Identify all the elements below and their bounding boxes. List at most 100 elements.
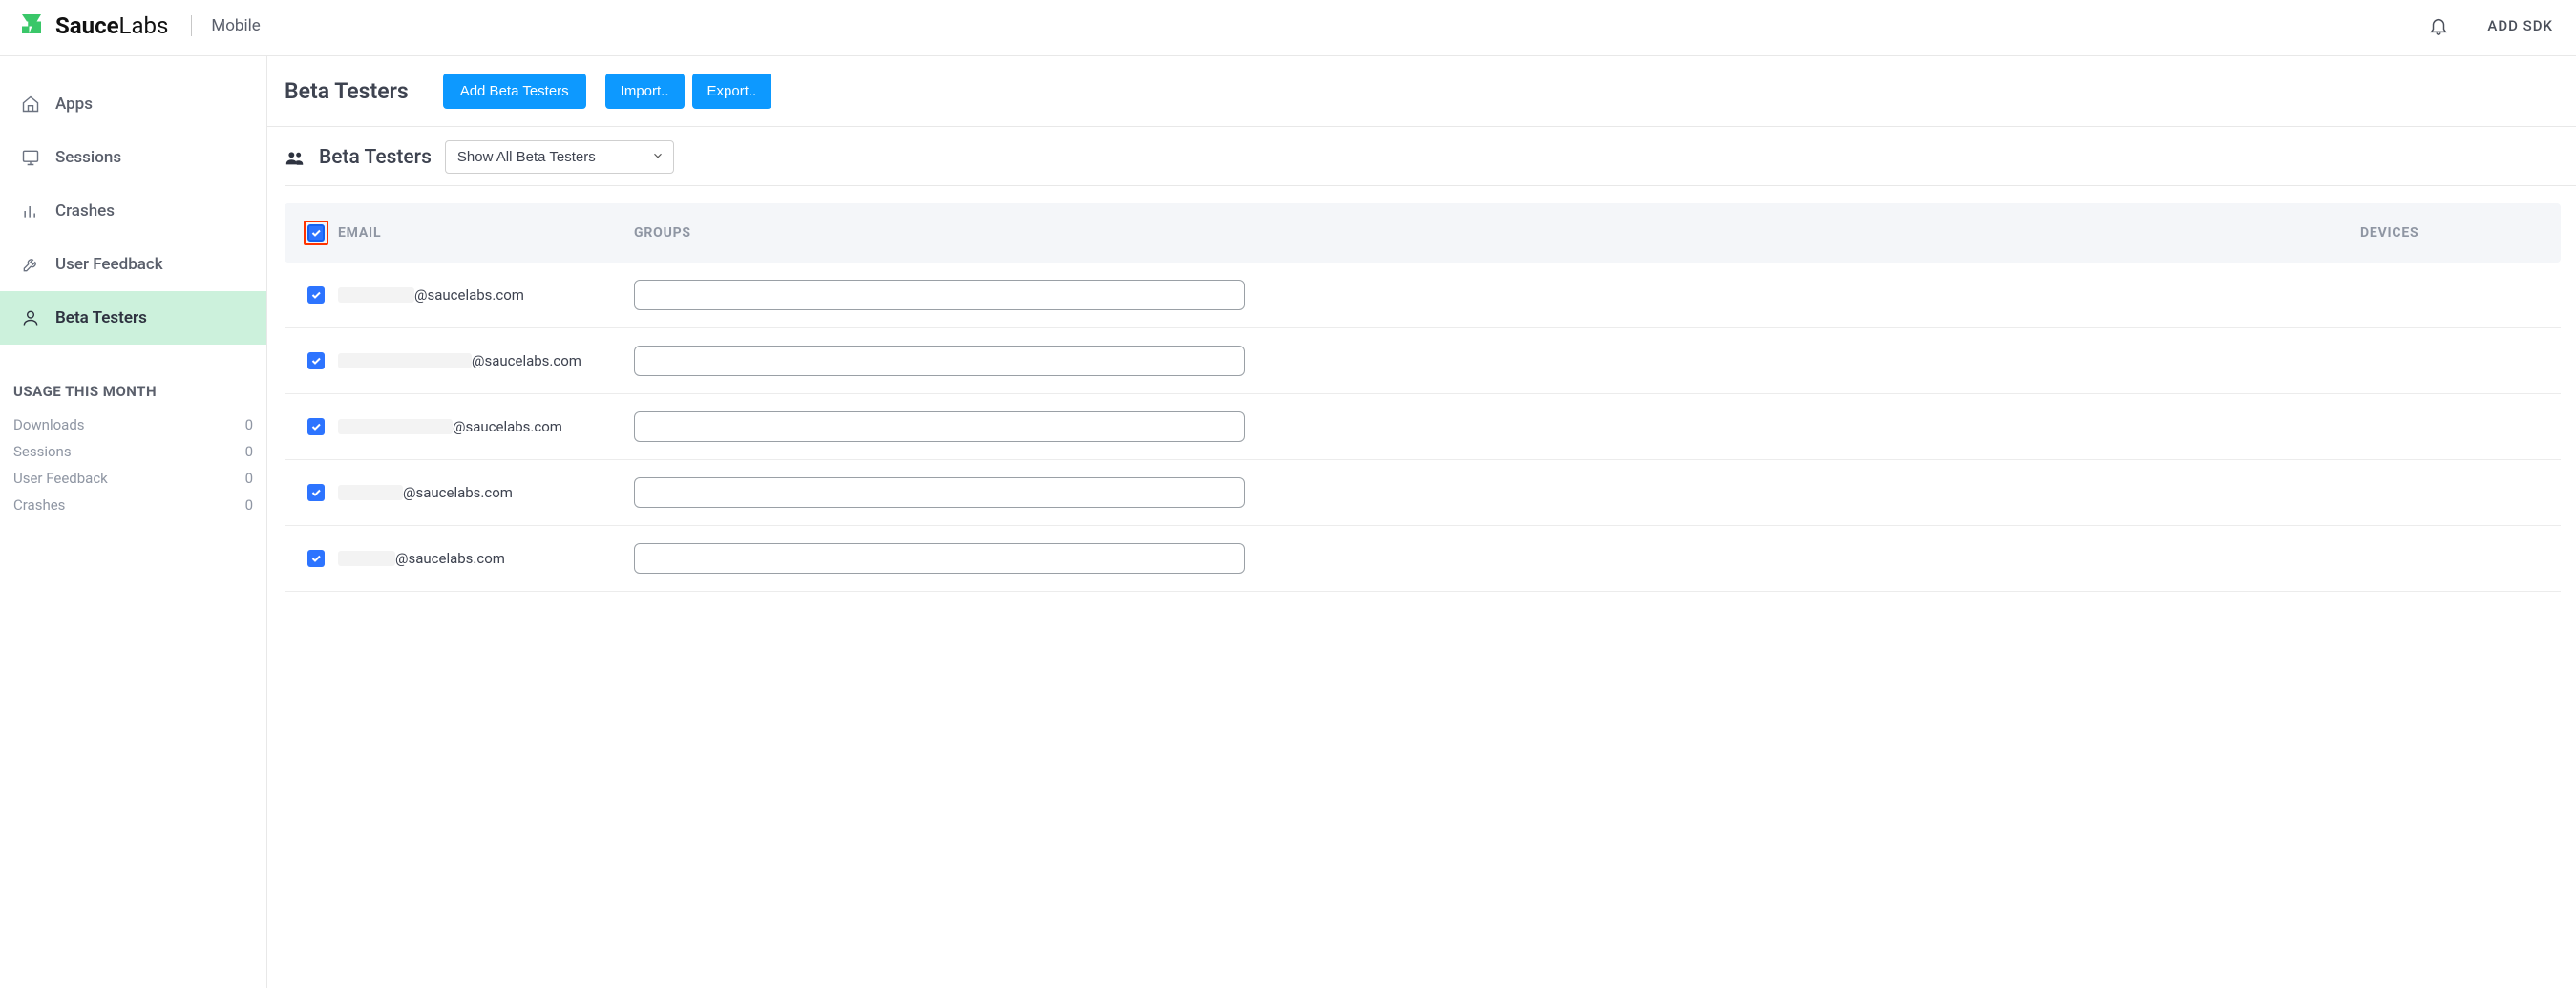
row-groups-cell (624, 477, 2360, 508)
row-check-cell (294, 286, 338, 304)
topbar-right: ADD SDK (2428, 15, 2553, 36)
import-export-group: Import.. Export.. (605, 74, 772, 109)
usage-label: Sessions (13, 443, 72, 460)
row-check-cell (294, 352, 338, 369)
usage-value: 0 (245, 470, 253, 487)
email-prefix-redacted (338, 419, 453, 434)
export-button[interactable]: Export.. (692, 74, 772, 109)
usage-value: 0 (245, 416, 253, 433)
row-groups-cell (624, 280, 2360, 310)
row-email-cell: @saucelabs.com (338, 418, 624, 435)
usage-value: 0 (245, 496, 253, 514)
usage-block: USAGE THIS MONTH Downloads 0 Sessions 0 … (0, 383, 266, 518)
row-checkbox[interactable] (307, 352, 325, 369)
sidebar-item-sessions[interactable]: Sessions (0, 131, 266, 184)
usage-title: USAGE THIS MONTH (13, 383, 253, 400)
email-prefix-redacted (338, 287, 414, 303)
email-prefix-redacted (338, 353, 472, 368)
sidebar: Apps Sessions Crashes User Feedback Beta… (0, 56, 267, 988)
col-devices-header: DEVICES (2360, 225, 2551, 241)
sidebar-item-user-feedback[interactable]: User Feedback (0, 238, 266, 291)
testers-table: EMAIL GROUPS DEVICES @saucelabs.com @sauc… (285, 203, 2576, 592)
groups-input[interactable] (634, 543, 1245, 574)
sidebar-item-crashes[interactable]: Crashes (0, 184, 266, 238)
col-check-header (294, 221, 338, 245)
table-row: @saucelabs.com (285, 394, 2561, 460)
page-title: Beta Testers (285, 78, 409, 104)
row-check-cell (294, 550, 338, 567)
filter-select[interactable]: Show All Beta Testers (445, 140, 674, 174)
row-check-cell (294, 418, 338, 435)
content-area: Beta Testers Show All Beta Testers (267, 126, 2576, 592)
row-checkbox[interactable] (307, 484, 325, 501)
table-row: @saucelabs.com (285, 460, 2561, 526)
usage-label: Downloads (13, 416, 85, 433)
people-icon (285, 147, 306, 168)
table-row: @saucelabs.com (285, 526, 2561, 592)
logo[interactable]: SauceLabs (17, 10, 168, 42)
usage-label: Crashes (13, 496, 65, 514)
row-email-cell: @saucelabs.com (338, 352, 624, 369)
usage-row-sessions: Sessions 0 (13, 438, 253, 465)
bell-icon[interactable] (2428, 15, 2449, 36)
row-checkbox[interactable] (307, 550, 325, 567)
sidebar-item-apps[interactable]: Apps (0, 77, 266, 131)
table-row: @saucelabs.com (285, 263, 2561, 328)
usage-label: User Feedback (13, 470, 108, 487)
row-email-cell: @saucelabs.com (338, 286, 624, 304)
email-prefix-redacted (338, 551, 395, 566)
logo-icon (17, 10, 46, 42)
table-header-row: EMAIL GROUPS DEVICES (285, 203, 2561, 263)
email-suffix: @saucelabs.com (472, 352, 581, 369)
groups-input[interactable] (634, 411, 1245, 442)
main: Beta Testers Add Beta Testers Import.. E… (267, 56, 2576, 988)
filter-title: Beta Testers (319, 146, 432, 169)
person-icon (21, 308, 40, 327)
tools-icon (21, 255, 40, 274)
topbar: SauceLabs Mobile ADD SDK (0, 0, 2576, 56)
email-suffix: @saucelabs.com (395, 550, 505, 567)
layout: Apps Sessions Crashes User Feedback Beta… (0, 56, 2576, 988)
add-beta-testers-button[interactable]: Add Beta Testers (443, 74, 586, 109)
page-header: Beta Testers Add Beta Testers Import.. E… (267, 74, 2576, 126)
sidebar-item-label: User Feedback (55, 255, 163, 274)
row-checkbox[interactable] (307, 286, 325, 304)
select-all-checkbox[interactable] (307, 224, 325, 242)
filter-select-wrap: Show All Beta Testers (445, 140, 674, 174)
add-sdk-button[interactable]: ADD SDK (2487, 17, 2553, 34)
col-groups-header: GROUPS (624, 225, 2360, 241)
row-groups-cell (624, 411, 2360, 442)
groups-input[interactable] (634, 477, 1245, 508)
home-icon (21, 95, 40, 114)
table-row: @saucelabs.com (285, 328, 2561, 394)
usage-row-crashes: Crashes 0 (13, 492, 253, 518)
sidebar-item-label: Beta Testers (55, 308, 147, 327)
action-buttons: Add Beta Testers Import.. Export.. (443, 74, 772, 109)
usage-row-user-feedback: User Feedback 0 (13, 465, 253, 492)
groups-input[interactable] (634, 346, 1245, 376)
brand-name: SauceLabs (55, 12, 168, 39)
row-groups-cell (624, 543, 2360, 574)
select-all-highlight (304, 221, 328, 245)
col-email-header: EMAIL (338, 225, 624, 241)
groups-input[interactable] (634, 280, 1245, 310)
bar-chart-icon (21, 201, 40, 221)
sidebar-item-beta-testers[interactable]: Beta Testers (0, 291, 266, 345)
brand-divider (191, 15, 192, 36)
sidebar-item-label: Apps (55, 95, 93, 114)
monitor-icon (21, 148, 40, 167)
row-email-cell: @saucelabs.com (338, 550, 624, 567)
sidebar-item-label: Crashes (55, 201, 115, 221)
usage-row-downloads: Downloads 0 (13, 411, 253, 438)
email-prefix-redacted (338, 485, 403, 500)
row-check-cell (294, 484, 338, 501)
filter-row: Beta Testers Show All Beta Testers (285, 140, 2576, 186)
email-suffix: @saucelabs.com (414, 286, 524, 304)
import-button[interactable]: Import.. (605, 74, 685, 109)
row-email-cell: @saucelabs.com (338, 484, 624, 501)
row-groups-cell (624, 346, 2360, 376)
row-checkbox[interactable] (307, 418, 325, 435)
usage-value: 0 (245, 443, 253, 460)
brand-sub: Mobile (211, 16, 260, 35)
email-suffix: @saucelabs.com (453, 418, 562, 435)
